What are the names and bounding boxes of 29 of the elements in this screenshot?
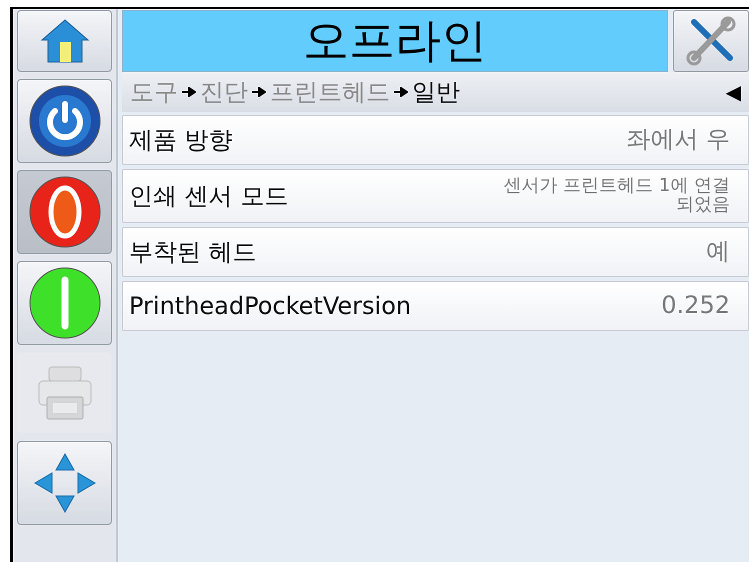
arrows-icon bbox=[34, 453, 96, 513]
setting-label: 제품 방향 bbox=[129, 125, 233, 156]
power-icon bbox=[28, 84, 102, 158]
setting-value: 센서가 프린트헤드 1에 연결 되었음 bbox=[503, 177, 730, 215]
breadcrumb-item[interactable]: 프린트헤드 bbox=[270, 76, 390, 108]
setting-label: 부착된 헤드 bbox=[129, 237, 257, 268]
start-button[interactable] bbox=[17, 261, 112, 345]
tools-icon bbox=[686, 16, 736, 66]
status-title: 오프라인 bbox=[122, 10, 668, 72]
stop-button[interactable] bbox=[17, 170, 112, 254]
breadcrumb-item: 일반 bbox=[412, 77, 460, 108]
navigate-button[interactable] bbox=[17, 441, 112, 525]
arrow-icon bbox=[182, 87, 196, 97]
setting-value: 예 bbox=[706, 239, 730, 265]
arrow-icon bbox=[252, 87, 266, 97]
start-icon bbox=[28, 266, 102, 340]
stop-icon bbox=[28, 175, 102, 249]
power-button[interactable] bbox=[17, 79, 112, 163]
arrow-icon bbox=[394, 87, 408, 97]
setting-value: 0.252 bbox=[661, 293, 730, 319]
home-button[interactable] bbox=[17, 10, 112, 72]
tools-button[interactable] bbox=[673, 10, 749, 72]
breadcrumb-item[interactable]: 진단 bbox=[200, 76, 248, 108]
breadcrumb-item[interactable]: 도구 bbox=[130, 76, 178, 108]
setting-value: 좌에서 우 bbox=[626, 127, 730, 153]
setting-label: PrintheadPocketVersion bbox=[129, 292, 412, 320]
back-button[interactable]: ◀ bbox=[726, 80, 741, 104]
house-icon bbox=[40, 18, 90, 64]
setting-label: 인쇄 센서 모드 bbox=[129, 181, 288, 212]
